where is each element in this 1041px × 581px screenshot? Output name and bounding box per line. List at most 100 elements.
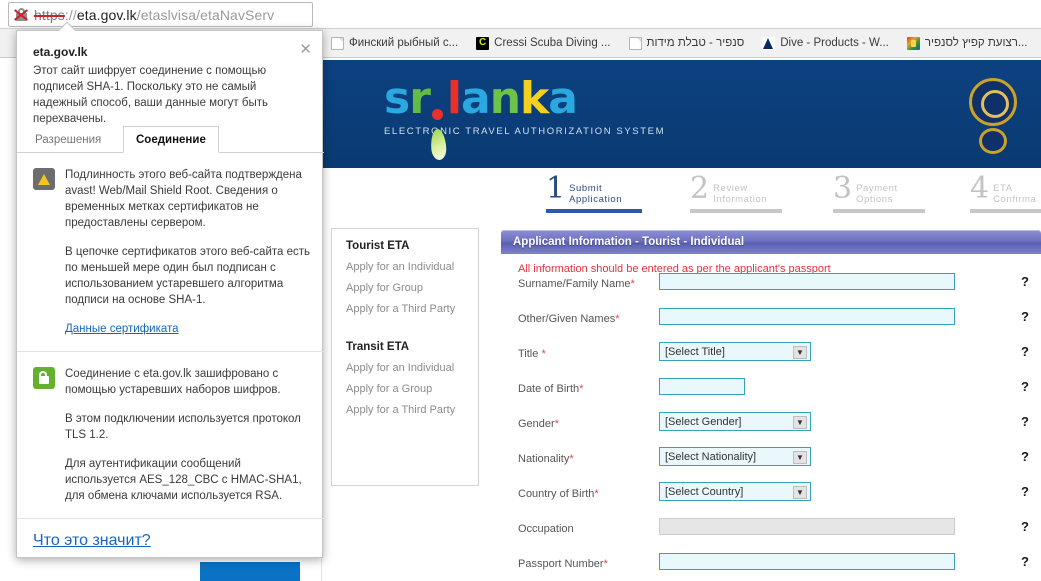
passport-number-input[interactable] (659, 553, 955, 570)
close-icon[interactable]: ✕ (299, 42, 312, 57)
step-label: ETA Confirma (993, 176, 1036, 205)
popup-footer: Что это значит? (17, 519, 324, 550)
bookmark-label: סנפיר - טבלת מידות (646, 37, 745, 49)
step-label: Submit Application (569, 176, 622, 205)
identity-section: Подлинность этого веб-сайта подтверждена… (17, 153, 324, 352)
help-icon[interactable]: ? (1021, 414, 1029, 429)
step-review-information[interactable]: 2 Review Information (690, 171, 782, 213)
date-of-birth-input[interactable] (659, 378, 745, 395)
field-label: Occupation (518, 523, 574, 535)
step-submit-application[interactable]: 1 Submit Application (546, 171, 642, 213)
url-text: https://eta.gov.lk/etaslvisa/etaNavServ (34, 7, 274, 23)
logo-letter-r: r (409, 73, 431, 124)
logo-letter-l: l (446, 73, 462, 124)
logo-wordmark: s r l a n k a (384, 73, 665, 161)
form-row-occupation: Occupation ? (518, 515, 1041, 550)
field-label: Nationality* (518, 453, 574, 465)
field-label: Surname/Family Name* (518, 278, 635, 290)
field-label: Title * (518, 348, 546, 360)
logo-tagline: ELECTRONIC TRAVEL AUTHORIZATION SYSTEM (384, 126, 666, 137)
menu-item-tourist-third-party[interactable]: Apply for a Third Party (332, 294, 478, 315)
form-row-gender: Gender* [Select Gender] ▼ ? (518, 410, 1041, 445)
help-icon[interactable]: ? (1021, 309, 1029, 324)
field-label: Gender* (518, 418, 559, 430)
step-number: 1 (546, 171, 566, 206)
popup-tabs: Разрешения Соединение (17, 126, 324, 153)
site-logo[interactable]: s r l a n k a ELECTRONIC TRAVEL AUTHORIZ… (384, 73, 666, 161)
step-underline (690, 209, 782, 213)
tab-connection[interactable]: Соединение (123, 126, 219, 153)
bookmark-item[interactable]: Dive - Products - W... (753, 29, 898, 58)
step-line1: ETA (993, 183, 1013, 194)
bookmark-item[interactable]: רצועת קפיץ לסנפיר... (898, 29, 1037, 58)
bookmark-item[interactable]: Cressi Scuba Diving ... (467, 29, 619, 58)
page-primary-button[interactable] (200, 562, 300, 581)
menu-heading-transit: Transit ETA (346, 341, 410, 353)
dive-favicon (762, 36, 776, 50)
step-eta-confirmation[interactable]: 4 ETA Confirma (970, 174, 1041, 213)
url-path: /etaslvisa/etaNavServ (136, 6, 275, 23)
what-does-this-mean-link[interactable]: Что это значит? (33, 532, 151, 549)
panel-title: Applicant Information - Tourist - Indivi… (513, 236, 745, 248)
help-icon[interactable]: ? (1021, 379, 1029, 394)
bookmark-label: רצועת קפיץ לסנפיר... (924, 37, 1028, 49)
help-icon[interactable]: ? (1021, 519, 1029, 534)
logo-letter-k: k (520, 73, 549, 124)
tab-permissions[interactable]: Разрешения (23, 126, 113, 153)
select-value: [Select Title] (665, 345, 725, 358)
country-of-birth-select[interactable]: [Select Country] ▼ (659, 482, 811, 501)
select-value: [Select Nationality] (665, 450, 757, 463)
form-row-nationality: Nationality* [Select Nationality] ▼ ? (518, 445, 1041, 480)
step-underline (546, 209, 642, 213)
site-header: s r l a n k a ELECTRONIC TRAVEL AUTHORIZ… (322, 60, 1041, 168)
step-number: 2 (690, 171, 710, 206)
chevron-down-icon[interactable]: ▼ (793, 416, 807, 429)
connection-paragraph-1: Соединение с eta.gov.lk зашифровано с по… (65, 368, 281, 396)
bookmark-item[interactable]: סנפיר - טבלת מידות (620, 29, 754, 58)
chevron-down-icon[interactable]: ▼ (793, 346, 807, 359)
field-label: Country of Birth* (518, 488, 599, 500)
logo-letter-n: n (489, 73, 521, 124)
menu-item-transit-individual[interactable]: Apply for an Individual (332, 353, 478, 374)
help-icon[interactable]: ? (1021, 449, 1029, 464)
multicolor-favicon (906, 36, 920, 50)
nationality-select[interactable]: [Select Nationality] ▼ (659, 447, 811, 466)
step-line1: Review (713, 183, 748, 194)
help-icon[interactable]: ? (1021, 484, 1029, 499)
url-host: eta.gov.lk (76, 6, 137, 23)
help-icon[interactable]: ? (1021, 554, 1029, 569)
chevron-down-icon[interactable]: ▼ (793, 486, 807, 499)
menu-item-tourist-group[interactable]: Apply for Group (332, 273, 478, 294)
step-line2: Application (569, 194, 623, 205)
given-names-input[interactable] (659, 308, 955, 325)
step-label: Payment Options (856, 176, 898, 205)
green-lock-icon (33, 367, 55, 389)
bookmark-item[interactable]: Финский рыбный с... (322, 29, 467, 58)
step-line2: Confirma (993, 194, 1037, 205)
crossed-out-lock-icon[interactable] (14, 7, 30, 23)
menu-item-transit-third-party[interactable]: Apply for a Third Party (332, 395, 478, 416)
form-row-surname: Surname/Family Name* ? (518, 270, 1041, 305)
menu-item-transit-group[interactable]: Apply for a Group (332, 374, 478, 395)
step-underline (970, 209, 1041, 213)
connection-paragraph-3: Для аутентификации сообщений используетс… (65, 458, 302, 502)
progress-steps: 1 Submit Application 2 Review Informatio… (322, 171, 1041, 226)
title-select[interactable]: [Select Title] ▼ (659, 342, 811, 361)
address-bar[interactable]: https://eta.gov.lk/etaslvisa/etaNavServ (8, 2, 313, 27)
gender-select[interactable]: [Select Gender] ▼ (659, 412, 811, 431)
panel-header: Applicant Information - Tourist - Indivi… (501, 230, 1041, 254)
step-underline (833, 209, 925, 213)
help-icon[interactable]: ? (1021, 344, 1029, 359)
step-line1: Payment (856, 183, 898, 194)
menu-item-tourist-individual[interactable]: Apply for an Individual (332, 252, 478, 273)
certificate-details-link[interactable]: Данные сертификата (65, 323, 179, 335)
surname-input[interactable] (659, 273, 955, 290)
help-icon[interactable]: ? (1021, 274, 1029, 289)
document-favicon (331, 36, 344, 50)
logo-letter-s: s (384, 73, 410, 124)
occupation-input[interactable] (659, 518, 955, 535)
step-payment-options[interactable]: 3 Payment Options (833, 174, 925, 213)
step-line2: Options (856, 194, 894, 205)
chevron-down-icon[interactable]: ▼ (793, 451, 807, 464)
step-label: Review Information (713, 176, 767, 205)
